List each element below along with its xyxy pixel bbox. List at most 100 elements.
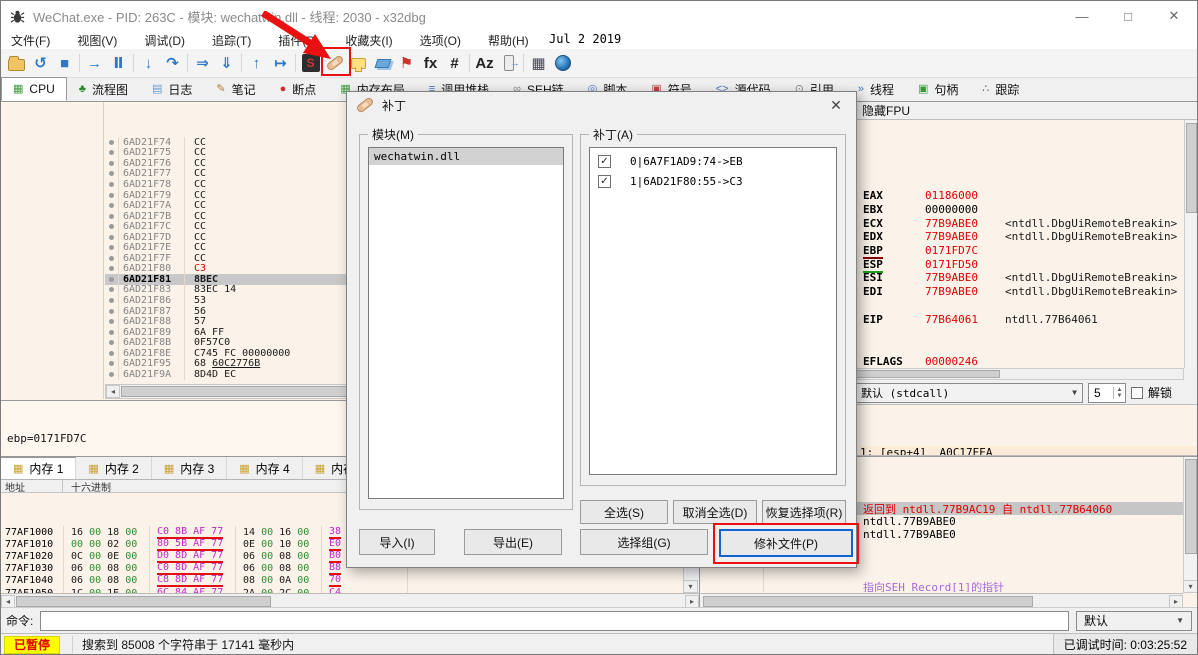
register-row[interactable]: EDX 77B9ABE0 <ntdll.DbgUiRemoteBreakin> bbox=[863, 230, 1184, 244]
deselect-all-button[interactable]: 取消全选(D) bbox=[673, 500, 757, 524]
register-row[interactable]: EDI 77B9ABE0 <ntdll.DbgUiRemoteBreakin> bbox=[863, 285, 1184, 299]
step-over-icon[interactable]: ↷ bbox=[161, 51, 184, 75]
stop-icon[interactable]: ■ bbox=[53, 51, 76, 75]
import-button[interactable]: 导入(I) bbox=[359, 529, 435, 555]
unlock-checkbox[interactable] bbox=[1131, 386, 1143, 399]
argument-row[interactable]: 1: [esp+4] A0C17EEA bbox=[860, 446, 1197, 455]
case-icon[interactable]: Az bbox=[473, 51, 496, 75]
command-input[interactable] bbox=[40, 610, 1069, 631]
arg-count-stepper[interactable]: 5 ▲ ▼ bbox=[1088, 382, 1126, 403]
memory-tab-3[interactable]: ▦ 内存 3 bbox=[152, 457, 228, 479]
dialog-close-icon[interactable]: ✕ bbox=[825, 97, 847, 114]
run-to-cursor-icon[interactable]: ⇒ bbox=[191, 51, 214, 75]
minimize-button[interactable]: — bbox=[1059, 1, 1105, 31]
breakpoint-dot-icon[interactable] bbox=[105, 326, 119, 338]
breakpoint-dot-icon[interactable] bbox=[105, 253, 119, 264]
breakpoint-dot-icon[interactable] bbox=[105, 274, 119, 285]
modules-list[interactable]: wechatwin.dll bbox=[368, 147, 564, 499]
breakpoint-dot-icon[interactable] bbox=[105, 242, 119, 254]
calculator-icon[interactable]: ▦ bbox=[527, 51, 550, 75]
register-row[interactable] bbox=[863, 299, 1184, 313]
breakpoint-dot-icon[interactable] bbox=[105, 305, 119, 317]
breakpoint-dot-icon[interactable] bbox=[105, 221, 119, 232]
registers-hscrollbar[interactable] bbox=[853, 368, 1184, 380]
dump-hscrollbar[interactable]: ◂ ▸ bbox=[1, 593, 699, 608]
tab-log[interactable]: ▤ 日志 bbox=[140, 77, 204, 101]
patches-list[interactable]: ✓ 0|6A7F1AD9:74->EB ✓ 1|6AD21F80:55->C3 bbox=[589, 147, 837, 475]
dialog-title-bar[interactable]: 补丁 ✕ bbox=[347, 92, 856, 118]
register-row[interactable]: ESP 0171FD50 bbox=[863, 257, 1184, 273]
module-item[interactable]: wechatwin.dll bbox=[369, 148, 563, 165]
register-row[interactable]: EAX 01186000 bbox=[863, 189, 1184, 203]
breakpoint-dot-icon[interactable] bbox=[105, 284, 119, 296]
select-group-button[interactable]: 选择组(G) bbox=[580, 529, 708, 555]
label-icon[interactable] bbox=[371, 51, 394, 75]
register-row[interactable]: EBP 0171FD7C bbox=[863, 244, 1184, 260]
run-icon[interactable]: → bbox=[83, 51, 106, 75]
breakpoint-dot-icon[interactable] bbox=[105, 168, 119, 180]
breakpoint-dot-icon[interactable] bbox=[105, 263, 119, 275]
restart-icon[interactable]: ↺ bbox=[29, 51, 52, 75]
scroll-left-icon[interactable]: ◂ bbox=[1, 594, 15, 608]
step-out-icon[interactable]: ↑ bbox=[245, 51, 268, 75]
open-file-icon[interactable] bbox=[5, 51, 28, 75]
tab-notes[interactable]: ✎ 笔记 bbox=[204, 77, 267, 101]
tab-cpu[interactable]: ▦ CPU bbox=[1, 77, 67, 101]
attach-icon[interactable]: ↦ bbox=[269, 51, 292, 75]
export-button[interactable]: 导出(E) bbox=[464, 529, 562, 555]
select-all-button[interactable]: 全选(S) bbox=[580, 500, 668, 524]
register-row[interactable]: EBX 00000000 bbox=[863, 203, 1184, 217]
menu-debug[interactable]: 调试(D) bbox=[144, 32, 185, 49]
stack-hscrollbar[interactable]: ▸ bbox=[701, 593, 1183, 608]
breakpoint-dot-icon[interactable] bbox=[105, 158, 119, 169]
pause-icon[interactable]: Ⅱ bbox=[107, 51, 130, 75]
stack-vscrollbar[interactable]: ▾ bbox=[1183, 457, 1197, 593]
maximize-button[interactable]: □ bbox=[1105, 1, 1151, 31]
tab-trace[interactable]: ∴ 跟踪 bbox=[970, 77, 1031, 101]
menu-options[interactable]: 选项(O) bbox=[420, 32, 461, 49]
command-mode-select[interactable]: 默认 ▼ bbox=[1076, 610, 1192, 631]
tab-breakpoints[interactable]: ● 断点 bbox=[268, 77, 329, 101]
scroll-down-icon[interactable]: ▾ bbox=[1183, 580, 1197, 593]
registers-vscrollbar[interactable] bbox=[1184, 120, 1197, 368]
breakpoint-dot-icon[interactable] bbox=[105, 369, 119, 380]
register-row[interactable]: ESI 77B9ABE0 <ntdll.DbgUiRemoteBreakin> bbox=[863, 271, 1184, 285]
scroll-down-icon[interactable]: ▾ bbox=[683, 580, 698, 593]
comment-icon[interactable] bbox=[347, 51, 370, 75]
patch-icon[interactable] bbox=[323, 51, 346, 75]
breakpoint-dot-icon[interactable] bbox=[105, 137, 119, 148]
bookmark-icon[interactable]: ⚑ bbox=[395, 51, 418, 75]
breakpoint-dot-icon[interactable] bbox=[105, 347, 119, 359]
menu-file[interactable]: 文件(F) bbox=[11, 32, 50, 49]
breakpoint-dot-icon[interactable] bbox=[105, 147, 119, 159]
menu-plugins[interactable]: 插件(P) bbox=[278, 32, 318, 49]
breakpoint-dot-icon[interactable] bbox=[105, 337, 119, 348]
patch-item[interactable]: ✓ 1|6AD21F80:55->C3 bbox=[590, 171, 836, 191]
breakpoint-dot-icon[interactable] bbox=[105, 316, 119, 327]
hash-icon[interactable]: # bbox=[443, 51, 466, 75]
breakpoint-dot-icon[interactable] bbox=[105, 295, 119, 306]
memory-tab-4[interactable]: ▦ 内存 4 bbox=[227, 457, 303, 479]
tab-handles[interactable]: ▣ 句柄 bbox=[906, 77, 970, 101]
memory-tab-1[interactable]: ▦ 内存 1 bbox=[1, 457, 77, 479]
eflags-row[interactable]: EFLAGS 00000246 bbox=[863, 355, 1184, 368]
breakpoint-dot-icon[interactable] bbox=[105, 189, 119, 201]
menu-favourites[interactable]: 收藏夹(I) bbox=[345, 32, 392, 49]
breakpoint-dot-icon[interactable] bbox=[105, 210, 119, 222]
breakpoint-dot-icon[interactable] bbox=[105, 231, 119, 243]
register-row[interactable]: ECX 77B9ABE0 <ntdll.DbgUiRemoteBreakin> bbox=[863, 216, 1184, 230]
close-button[interactable]: ✕ bbox=[1151, 1, 1197, 31]
tab-graph[interactable]: ♣ 流程图 bbox=[67, 77, 140, 101]
scroll-left-icon[interactable]: ◂ bbox=[106, 385, 120, 398]
stack-row[interactable]: 指向SEH_Record[1]的指针 bbox=[701, 580, 1183, 592]
patch-item[interactable]: ✓ 0|6A7F1AD9:74->EB bbox=[590, 151, 836, 171]
menu-view[interactable]: 视图(V) bbox=[77, 32, 117, 49]
phone-icon[interactable] bbox=[497, 51, 520, 75]
breakpoint-dot-icon[interactable] bbox=[105, 200, 119, 211]
memory-tab-2[interactable]: ▦ 内存 2 bbox=[76, 457, 152, 479]
calling-convention-select[interactable]: 默认 (stdcall) ▼ bbox=[855, 382, 1083, 403]
breakpoint-dot-icon[interactable] bbox=[105, 179, 119, 190]
menu-help[interactable]: 帮助(H) bbox=[488, 32, 529, 49]
scroll-right-icon[interactable]: ▸ bbox=[685, 594, 699, 608]
register-row[interactable]: EIP 77B64061 ntdll.77B64061 bbox=[863, 312, 1184, 326]
